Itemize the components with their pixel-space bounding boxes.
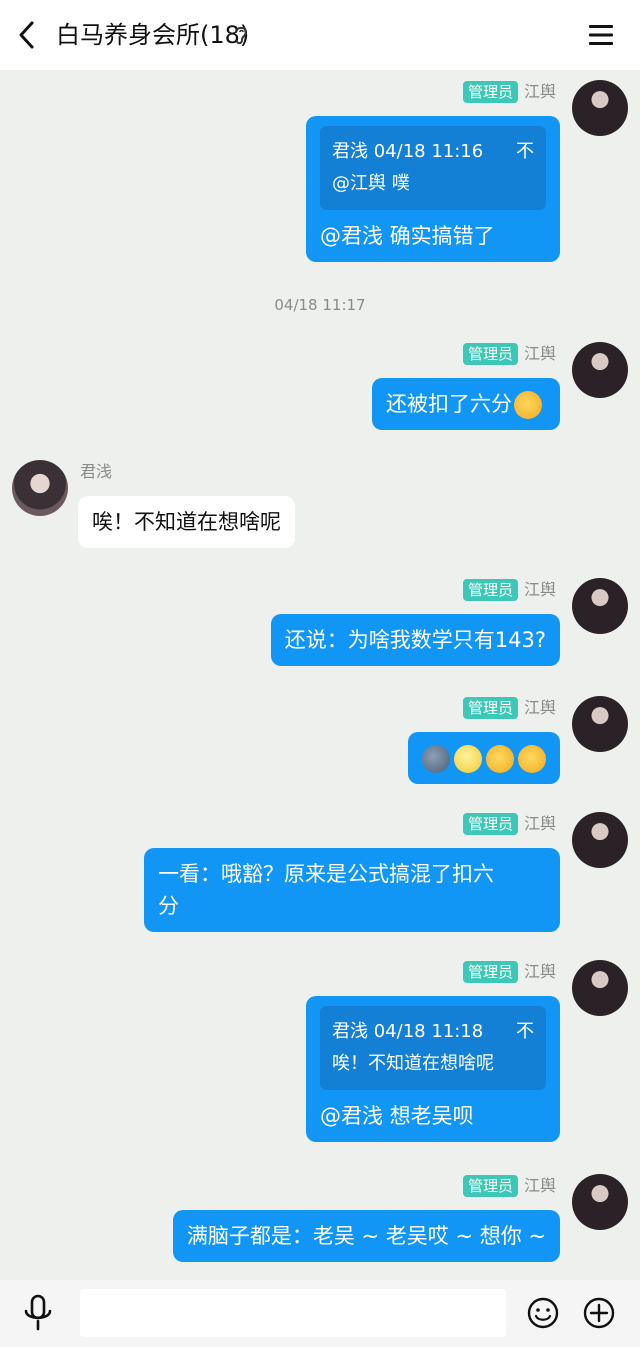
sender-row: 管理员 江舆 xyxy=(462,1174,556,1198)
admin-badge: 管理员 xyxy=(462,579,518,601)
avatar[interactable] xyxy=(572,578,628,634)
quoted-message[interactable]: 君浅 04/18 11:16 不 @江舆 噗 xyxy=(320,126,546,210)
avatar[interactable] xyxy=(572,812,628,868)
message-bubble[interactable]: 唉！不知道在想啥呢 xyxy=(78,496,295,548)
chat-title: 白马养身会所(18) xyxy=(56,21,250,49)
sender-name: 江舆 xyxy=(523,344,556,363)
message-bubble[interactable]: 满脑子都是：老吴 ~ 老吴哎 ~ 想你 ~ xyxy=(172,1210,560,1262)
admin-badge: 管理员 xyxy=(462,961,518,983)
top-bar: 白马养身会所(18) xyxy=(0,0,640,70)
message-bubble[interactable]: 一看：哦豁？原来是公式搞混了扣六 分 xyxy=(144,848,560,932)
admin-badge: 管理员 xyxy=(462,81,518,103)
emoji-icon[interactable] xyxy=(526,1296,560,1330)
sender-row: 管理员 江舆 xyxy=(462,696,556,720)
laughing-emoji-icon xyxy=(486,745,514,773)
avatar[interactable] xyxy=(572,80,628,136)
quote-header: 君浅 04/18 11:18 xyxy=(332,1021,484,1042)
microphone-icon[interactable] xyxy=(22,1294,54,1332)
message-text: @君浅 想老吴呗 xyxy=(320,1104,474,1128)
admin-badge: 管理员 xyxy=(462,343,518,365)
sender-name: 江舆 xyxy=(523,698,556,717)
sender-name: 君浅 xyxy=(80,462,113,481)
message-bubble[interactable]: 还被扣了六分 xyxy=(372,378,560,430)
avatar[interactable] xyxy=(572,696,628,752)
sender-name: 江舆 xyxy=(523,962,556,981)
admin-badge: 管理员 xyxy=(462,813,518,835)
laughing-emoji-icon xyxy=(518,745,546,773)
sender-name: 江舆 xyxy=(523,580,556,599)
laughing-emoji-icon xyxy=(514,391,542,419)
quote-fragment: 不 xyxy=(516,141,534,162)
sender-row: 管理员 江舆 xyxy=(462,342,556,366)
quoted-message[interactable]: 君浅 04/18 11:18 不 唉！不知道在想啥呢 xyxy=(320,1006,546,1090)
quote-text: @江舆 噗 xyxy=(332,173,410,194)
message-bubble[interactable] xyxy=(408,732,560,784)
sender-row: 管理员 江舆 xyxy=(462,812,556,836)
sender-row: 管理员 江舆 xyxy=(462,578,556,602)
message-text: 一看：哦豁？原来是公式搞混了扣六 xyxy=(158,862,494,886)
sun-emoji-icon xyxy=(454,745,482,773)
ear-icon xyxy=(235,26,248,45)
avatar[interactable] xyxy=(572,960,628,1016)
avatar[interactable] xyxy=(572,342,628,398)
sender-name: 江舆 xyxy=(523,1176,556,1195)
timestamp: 04/18 11:17 xyxy=(274,296,366,314)
avatar[interactable] xyxy=(572,1174,628,1230)
moon-emoji-icon xyxy=(422,745,450,773)
plus-icon[interactable] xyxy=(582,1296,616,1330)
input-bar xyxy=(0,1280,640,1347)
message-bubble[interactable]: 君浅 04/18 11:18 不 唉！不知道在想啥呢 @君浅 想老吴呗 xyxy=(306,996,560,1142)
message-text: 还被扣了六分 xyxy=(386,392,512,416)
message-text: 分 xyxy=(158,894,179,918)
sender-name: 江舆 xyxy=(523,814,556,833)
message-bubble[interactable]: 还说：为啥我数学只有143? xyxy=(270,614,560,666)
message-text: 唉！不知道在想啥呢 xyxy=(92,510,281,534)
back-arrow-icon[interactable] xyxy=(12,18,44,52)
sender-row: 管理员 江舆 xyxy=(462,960,556,984)
chat-area[interactable]: 管理员 江舆 君浅 04/18 11:16 不 @江舆 噗 @君浅 确实搞错了 … xyxy=(0,70,640,1280)
sender-name: 江舆 xyxy=(523,82,556,101)
quote-fragment: 不 xyxy=(516,1021,534,1042)
quote-header: 君浅 04/18 11:16 xyxy=(332,141,484,162)
admin-badge: 管理员 xyxy=(462,1175,518,1197)
message-text: 还说：为啥我数学只有143? xyxy=(284,628,546,652)
avatar[interactable] xyxy=(12,460,68,516)
message-text: @君浅 确实搞错了 xyxy=(320,224,495,248)
message-text: 满脑子都是：老吴 ~ 老吴哎 ~ 想你 ~ xyxy=(186,1224,546,1248)
sender-row: 管理员 江舆 xyxy=(462,80,556,104)
admin-badge: 管理员 xyxy=(462,697,518,719)
message-bubble[interactable]: 君浅 04/18 11:16 不 @江舆 噗 @君浅 确实搞错了 xyxy=(306,116,560,262)
quote-text: 唉！不知道在想啥呢 xyxy=(332,1053,494,1074)
message-input[interactable] xyxy=(80,1289,506,1337)
menu-icon[interactable] xyxy=(586,20,616,50)
